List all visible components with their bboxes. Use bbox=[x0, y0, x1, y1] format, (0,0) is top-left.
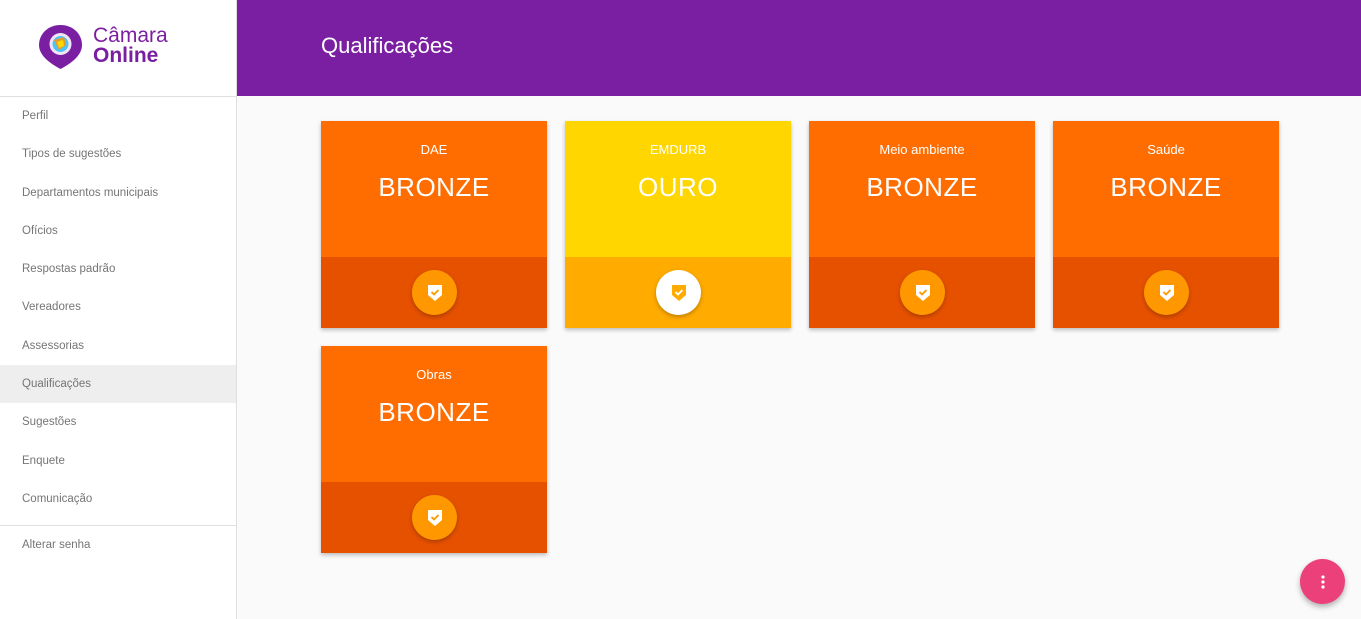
card-footer bbox=[321, 482, 547, 553]
qualification-card-emdurb: EMDURB OURO bbox=[565, 121, 791, 328]
card-department-name: Obras bbox=[416, 367, 452, 382]
card-level: BRONZE bbox=[378, 397, 490, 427]
qualification-card-meio-ambiente: Meio ambiente BRONZE bbox=[809, 121, 1035, 328]
top-app-bar: Qualificações bbox=[237, 0, 1361, 96]
sidebar-item-sugestoes[interactable]: Sugestões bbox=[0, 403, 236, 441]
sidebar-item-departamentos-municipais[interactable]: Departamentos municipais bbox=[0, 174, 236, 212]
shield-check-icon bbox=[671, 284, 686, 301]
qualification-card-dae: DAE BRONZE bbox=[321, 121, 547, 328]
shield-check-icon bbox=[915, 284, 930, 301]
sidebar-nav-bottom: Alterar senha bbox=[0, 526, 236, 564]
sidebar-item-perfil[interactable]: Perfil bbox=[0, 97, 236, 135]
badge-button[interactable] bbox=[1144, 270, 1189, 315]
shield-check-icon bbox=[427, 509, 442, 526]
sidebar-item-alterar-senha[interactable]: Alterar senha bbox=[0, 526, 236, 564]
card-footer bbox=[1053, 257, 1279, 328]
card-header: Obras BRONZE bbox=[321, 346, 547, 482]
brand-name: Câmara Online bbox=[93, 24, 168, 67]
qualification-card-obras: Obras BRONZE bbox=[321, 346, 547, 553]
brand-line1: Câmara bbox=[93, 24, 168, 47]
more-actions-fab[interactable] bbox=[1300, 559, 1345, 604]
sidebar-item-vereadores[interactable]: Vereadores bbox=[0, 288, 236, 326]
sidebar-nav: Perfil Tipos de sugestões Departamentos … bbox=[0, 97, 236, 518]
card-level: BRONZE bbox=[866, 172, 978, 202]
badge-button[interactable] bbox=[412, 270, 457, 315]
shield-check-icon bbox=[1159, 284, 1174, 301]
brand-line2: Online bbox=[93, 44, 159, 67]
card-header: Meio ambiente BRONZE bbox=[809, 121, 1035, 257]
card-level: BRONZE bbox=[1110, 172, 1222, 202]
page-title: Qualificações bbox=[321, 33, 454, 58]
card-footer bbox=[809, 257, 1035, 328]
shield-check-icon bbox=[427, 284, 442, 301]
sidebar-item-enquete[interactable]: Enquete bbox=[0, 442, 236, 480]
card-footer bbox=[565, 257, 791, 328]
card-header: EMDURB OURO bbox=[565, 121, 791, 257]
sidebar-item-assessorias[interactable]: Assessorias bbox=[0, 327, 236, 365]
card-department-name: Meio ambiente bbox=[879, 142, 965, 157]
badge-button[interactable] bbox=[900, 270, 945, 315]
more-vert-icon bbox=[1320, 574, 1325, 589]
sidebar-item-tipos-de-sugestoes[interactable]: Tipos de sugestões bbox=[0, 135, 236, 173]
sidebar-item-comunicacao[interactable]: Comunicação bbox=[0, 480, 236, 518]
map-pin-icon bbox=[39, 25, 82, 69]
card-department-name: DAE bbox=[420, 142, 448, 157]
card-header: Saúde BRONZE bbox=[1053, 121, 1279, 257]
sidebar: Câmara Online Perfil Tipos de sugestões … bbox=[0, 0, 237, 619]
card-department-name: Saúde bbox=[1147, 142, 1185, 157]
brand-logo[interactable]: Câmara Online bbox=[0, 0, 236, 97]
card-footer bbox=[321, 257, 547, 328]
badge-button[interactable] bbox=[412, 495, 457, 540]
card-level: BRONZE bbox=[378, 172, 490, 202]
card-header: DAE BRONZE bbox=[321, 121, 547, 257]
card-level: OURO bbox=[638, 172, 718, 202]
qualification-card-saude: Saúde BRONZE bbox=[1053, 121, 1279, 328]
sidebar-item-qualificacoes[interactable]: Qualificações bbox=[0, 365, 236, 404]
badge-button[interactable] bbox=[656, 270, 701, 315]
card-department-name: EMDURB bbox=[649, 142, 707, 157]
sidebar-item-oficios[interactable]: Ofícios bbox=[0, 212, 236, 250]
sidebar-item-respostas-padrao[interactable]: Respostas padrão bbox=[0, 250, 236, 288]
